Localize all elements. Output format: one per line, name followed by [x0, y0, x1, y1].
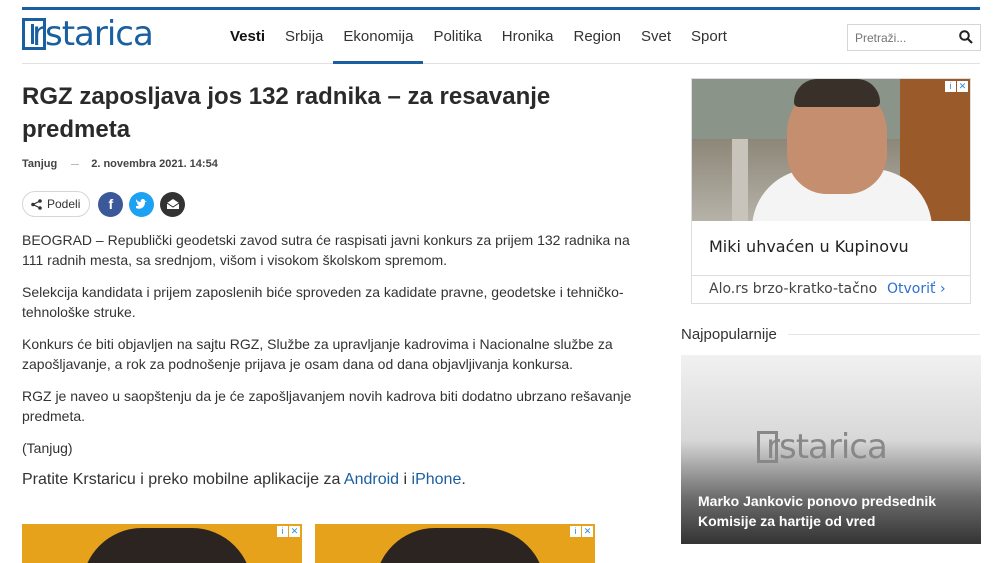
ad-open-link[interactable]: Otvoriť › — [887, 281, 946, 297]
popular-article-card[interactable]: rstarica Marko Jankovic ponovo predsedni… — [681, 355, 981, 544]
article-meta: Tanjug 2. novembra 2021. 14:54 — [22, 158, 218, 170]
share-label: Podeli — [47, 197, 81, 211]
ad-choices: i ✕ — [276, 526, 300, 537]
bottom-ad-right[interactable]: i ✕ — [315, 524, 595, 563]
article-paragraph: Selekcija kandidata i prijem zaposlenih … — [22, 284, 624, 320]
nav-item-srbija[interactable]: Srbija — [275, 10, 333, 64]
facebook-icon: f — [108, 196, 114, 212]
adchoices-icon[interactable]: i — [570, 526, 581, 537]
adchoices-icon[interactable]: i — [945, 81, 956, 92]
article-paragraph: BEOGRAD – Republički geodetski zavod sut… — [22, 232, 630, 268]
ad-photo-person — [375, 528, 545, 563]
nav-item-ekonomija[interactable]: Ekonomija — [333, 10, 424, 64]
email-share-button[interactable] — [160, 191, 186, 217]
search-box — [847, 24, 981, 51]
share-icon — [31, 198, 42, 210]
envelope-icon — [166, 199, 179, 209]
iphone-link[interactable]: iPhone — [412, 471, 462, 488]
adchoices-icon[interactable]: i — [277, 526, 288, 537]
placeholder-logo-text: rstarica — [766, 427, 888, 467]
logo-text: rstarica — [32, 14, 154, 54]
ad-choices: i ✕ — [944, 81, 968, 92]
site-header: rstarica Vesti Srbija Ekonomija Politika… — [22, 10, 981, 64]
ad-photo: i ✕ — [692, 79, 970, 221]
nav-item-svet[interactable]: Svet — [631, 10, 681, 64]
android-link[interactable]: Android — [344, 471, 399, 488]
popular-heading-divider — [788, 334, 980, 335]
twitter-icon — [136, 198, 148, 209]
nav-item-politika[interactable]: Politika — [423, 10, 491, 64]
nav-item-region[interactable]: Region — [563, 10, 631, 64]
article-body: BEOGRAD – Republički geodetski zavod sut… — [22, 230, 642, 502]
ad-source: Alo.rs brzo-kratko-tačno — [709, 281, 878, 297]
promo-and: i — [399, 471, 412, 488]
promo-text: Pratite Krstaricu i preko mobilne aplika… — [22, 471, 344, 488]
article-date: 2. novembra 2021. 14:54 — [91, 158, 218, 170]
nav-item-hronika[interactable]: Hronika — [492, 10, 564, 64]
ad-photo-person — [82, 528, 252, 563]
share-row: Podeli f — [22, 191, 186, 217]
ad-open-label: Otvoriť — [887, 281, 936, 297]
popular-heading: Najpopularnije — [681, 326, 777, 343]
article-title: RGZ zaposljava jos 132 radnika – za resa… — [22, 83, 551, 143]
article-source: Tanjug — [22, 158, 58, 170]
sidebar-ad[interactable]: i ✕ Miki uhvaćen u Kupinovu Alo.rs brzo-k… — [691, 78, 971, 304]
ad-choices: i ✕ — [569, 526, 593, 537]
facebook-share-button[interactable]: f — [98, 191, 124, 217]
chevron-right-icon: › — [939, 281, 946, 297]
ad-close-icon[interactable]: ✕ — [582, 526, 593, 537]
twitter-share-button[interactable] — [129, 191, 155, 217]
ad-close-icon[interactable]: ✕ — [289, 526, 300, 537]
ad-footer: Alo.rs brzo-kratko-tačno Otvoriť › — [692, 275, 970, 304]
article-paragraph: RGZ je naveo u saopštenju da je će zapoš… — [22, 388, 632, 424]
popular-article-title[interactable]: Marko Jankovic ponovo predsednik Komisij… — [698, 491, 968, 531]
nav-item-vesti[interactable]: Vesti — [220, 10, 275, 64]
meta-separator — [71, 163, 80, 165]
share-button[interactable]: Podeli — [22, 191, 91, 217]
nav-item-sport[interactable]: Sport — [681, 10, 737, 64]
main-nav: Vesti Srbija Ekonomija Politika Hronika … — [220, 10, 737, 64]
search-input[interactable] — [848, 25, 953, 50]
site-logo[interactable]: rstarica — [22, 14, 172, 56]
article-paragraph: (Tanjug) — [22, 440, 73, 456]
search-icon[interactable] — [959, 30, 973, 44]
ad-headline[interactable]: Miki uhvaćen u Kupinovu — [709, 237, 909, 256]
promo-suffix: . — [461, 471, 466, 488]
bottom-ad-left[interactable]: i ✕ — [22, 524, 302, 563]
app-promo: Pratite Krstaricu i preko mobilne aplika… — [22, 470, 642, 490]
ad-close-icon[interactable]: ✕ — [957, 81, 968, 92]
placeholder-logo: rstarica — [757, 427, 907, 467]
article-paragraph: Konkurs će biti objavljen na sajtu RGZ, … — [22, 336, 613, 372]
